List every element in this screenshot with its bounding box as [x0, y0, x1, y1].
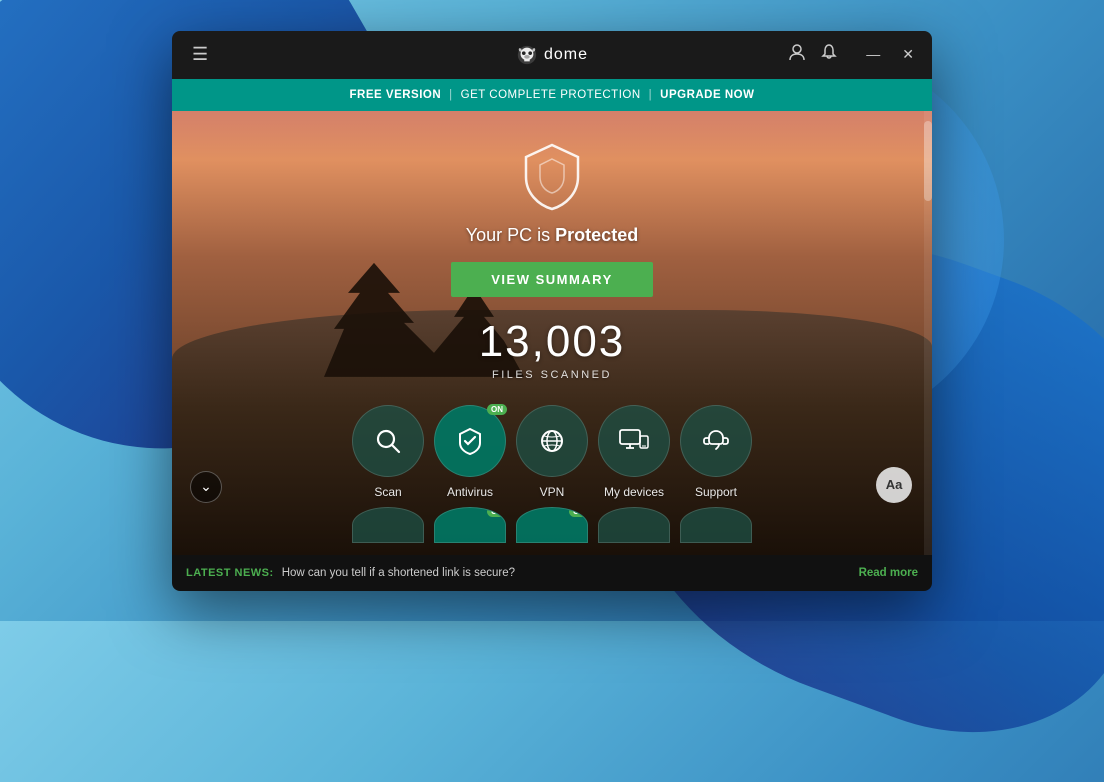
antivirus-label: Antivirus — [447, 485, 493, 499]
panda-logo-icon — [516, 44, 538, 66]
vpn-label: VPN — [540, 485, 565, 499]
feature2-5-wrap — [680, 507, 752, 543]
latest-news-label: LATEST NEWS: — [186, 567, 274, 579]
my-devices-icon — [618, 426, 650, 456]
support-icon-wrap — [680, 405, 752, 477]
feature2-2-badge: ON — [487, 507, 506, 517]
content-overlay: Your PC is Protected VIEW SUMMARY 13,003… — [172, 111, 932, 555]
files-label: FILES SCANNED — [479, 369, 626, 381]
status-text: Your PC is Protected — [466, 225, 638, 246]
read-more-link[interactable]: Read more — [859, 567, 918, 579]
title-bar: ☰ dome — [172, 31, 932, 79]
feature2-3-badge: ON — [569, 507, 588, 517]
shield-icon — [520, 141, 584, 213]
feature-vpn[interactable]: VPN — [516, 405, 588, 499]
feature2-1[interactable] — [352, 507, 424, 543]
feature-scan[interactable]: Scan — [352, 405, 424, 499]
my-devices-icon-wrap — [598, 405, 670, 477]
status-section: Your PC is Protected — [466, 141, 638, 246]
feature2-4[interactable] — [598, 507, 670, 543]
close-button[interactable]: ✕ — [896, 44, 920, 65]
title-bar-center: dome — [516, 44, 588, 66]
files-count: 13,003 — [479, 317, 626, 367]
vpn-icon-wrap — [516, 405, 588, 477]
upgrade-text: UPGRADE NOW — [660, 89, 754, 101]
status-state: Protected — [555, 225, 638, 245]
my-devices-label: My devices — [604, 485, 664, 499]
title-bar-left: ☰ — [184, 40, 216, 69]
scan-label: Scan — [374, 485, 401, 499]
status-prefix: Your PC is — [466, 225, 555, 245]
files-section: 13,003 FILES SCANNED — [479, 317, 626, 381]
user-icon[interactable] — [788, 43, 806, 66]
feature2-3-wrap: ON — [516, 507, 588, 543]
promo-banner[interactable]: FREE VERSION | GET COMPLETE PROTECTION |… — [172, 79, 932, 111]
feature-support[interactable]: Support — [680, 405, 752, 499]
aa-button[interactable]: Aa — [876, 467, 912, 503]
support-label: Support — [695, 485, 737, 499]
features-row: Scan ON Antivirus — [352, 405, 752, 499]
banner-sep1: | — [449, 89, 453, 101]
free-version-text: FREE VERSION — [350, 89, 442, 101]
news-bar: LATEST NEWS: How can you tell if a short… — [172, 555, 932, 591]
feature2-2-wrap: ON — [434, 507, 506, 543]
scan-icon — [373, 426, 403, 456]
app-logo-text: dome — [544, 46, 588, 64]
scan-icon-wrap — [352, 405, 424, 477]
feature-antivirus[interactable]: ON Antivirus — [434, 405, 506, 499]
feature-my-devices[interactable]: My devices — [598, 405, 670, 499]
antivirus-on-badge: ON — [487, 404, 507, 415]
support-icon — [701, 426, 731, 456]
expand-button[interactable]: ⌄ — [190, 471, 222, 503]
bell-icon[interactable] — [820, 43, 838, 66]
antivirus-icon-wrap: ON — [434, 405, 506, 477]
feature2-4-wrap — [598, 507, 670, 543]
banner-sep2: | — [649, 89, 653, 101]
feature2-3[interactable]: ON — [516, 507, 588, 543]
shield-container — [520, 141, 584, 213]
feature2-5[interactable] — [680, 507, 752, 543]
antivirus-icon — [455, 426, 485, 456]
feature2-1-wrap — [352, 507, 424, 543]
news-text: How can you tell if a shortened link is … — [282, 567, 851, 579]
features-row2: ON ON — [352, 507, 752, 543]
app-window: ☰ dome — [172, 31, 932, 591]
vpn-icon — [537, 426, 567, 456]
minimize-button[interactable]: — — [860, 44, 886, 65]
window-controls: — ✕ — [860, 44, 920, 65]
main-content: Your PC is Protected VIEW SUMMARY 13,003… — [172, 111, 932, 555]
view-summary-button[interactable]: VIEW SUMMARY — [451, 262, 653, 297]
title-bar-right: — ✕ — [788, 43, 920, 66]
feature2-2[interactable]: ON — [434, 507, 506, 543]
get-protection-text: GET COMPLETE PROTECTION — [461, 89, 641, 101]
hamburger-icon[interactable]: ☰ — [184, 40, 216, 69]
